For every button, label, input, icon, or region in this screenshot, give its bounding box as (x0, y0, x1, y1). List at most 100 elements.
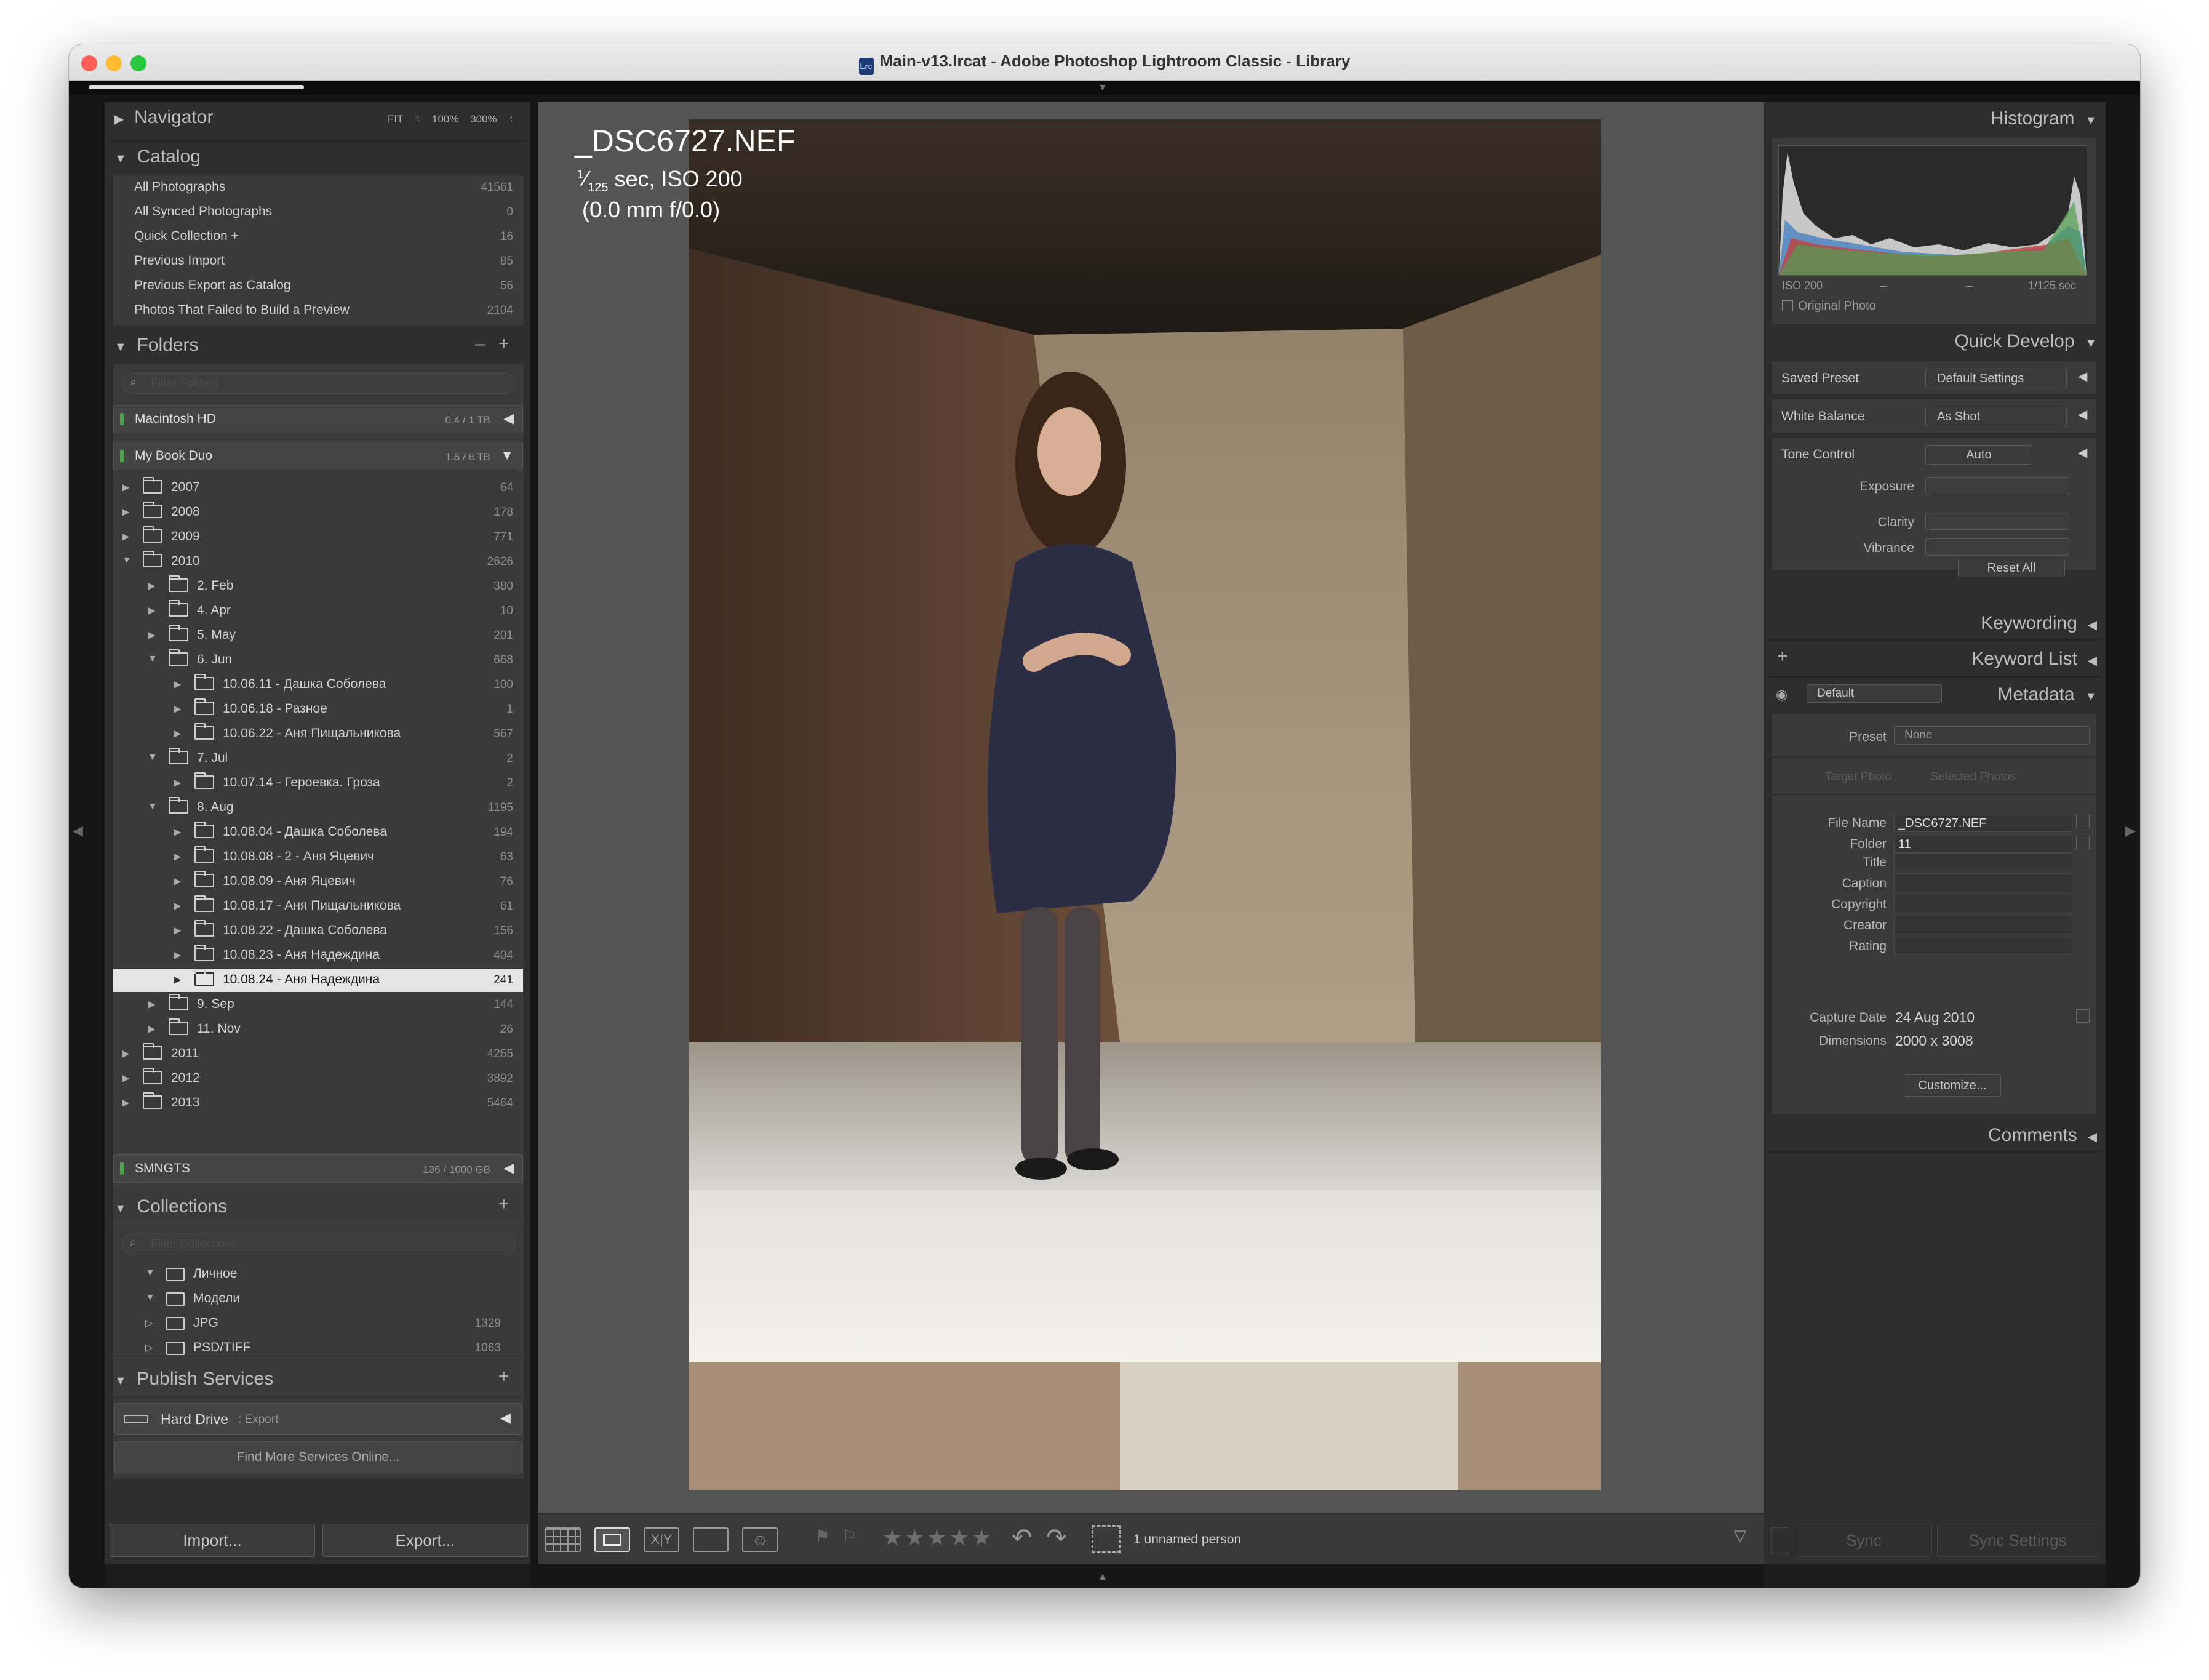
collapsed-icon[interactable]: ▶ (122, 1047, 129, 1060)
collapsed-icon[interactable]: ▶ (148, 604, 155, 617)
folder-item[interactable]: 10.06.22 - Аня Пищальникова (194, 723, 401, 741)
folder-item[interactable]: 5. May (169, 625, 236, 642)
catalog-item[interactable]: Quick Collection + (134, 229, 239, 244)
compare-view-button[interactable]: X|Y (644, 1527, 679, 1552)
collapsed-icon[interactable]: ▶ (174, 850, 181, 863)
filter-folders-input[interactable]: ⌕ Filter Folders (122, 373, 516, 394)
collections-header[interactable]: ▼ Collections (114, 1196, 227, 1217)
folder-item[interactable]: 4. Apr (169, 600, 231, 618)
grid-view-button[interactable] (545, 1527, 581, 1552)
quick-develop-header[interactable]: Quick Develop ▼ (1954, 331, 2097, 352)
catalog-item[interactable]: Previous Import (134, 254, 225, 268)
left-panel-toggle-icon[interactable]: ◀ (73, 823, 83, 839)
folder-item[interactable]: 2011 (143, 1043, 199, 1061)
flag-reject-icon[interactable]: ⚐ (842, 1526, 857, 1546)
folder-item[interactable]: 2007 (143, 477, 200, 495)
sync-button[interactable]: Sync (1796, 1524, 1932, 1557)
folder-item[interactable]: 10.08.23 - Аня Надеждина (194, 945, 380, 962)
metadata-field-action-button[interactable] (2076, 815, 2090, 828)
collapsed-icon[interactable]: ▶ (174, 949, 181, 961)
eye-icon[interactable]: ◉ (1776, 687, 1788, 703)
original-photo-checkbox[interactable] (1782, 300, 1793, 311)
top-panel-toggle-icon[interactable]: ▼ (1098, 82, 1108, 94)
add-keyword-button[interactable]: + (1777, 646, 1788, 667)
folder-item[interactable]: 2013 (143, 1092, 200, 1110)
collapsed-icon[interactable]: ▷ (145, 1317, 153, 1329)
folder-item[interactable]: 7. Jul (169, 748, 228, 766)
filter-collections-input[interactable]: ⌕ Filter Collections (122, 1233, 516, 1254)
catalog-item[interactable]: Previous Export as Catalog (134, 278, 290, 293)
metadata-header[interactable]: Metadata ▼ (1997, 684, 2097, 705)
people-view-icon[interactable]: ☺ (742, 1527, 778, 1552)
folder-item[interactable]: 2008 (143, 502, 200, 519)
folder-item[interactable]: 2009 (143, 526, 200, 544)
expanded-icon[interactable]: ▼ (148, 801, 158, 812)
histogram-header[interactable]: Histogram ▼ (1991, 108, 2097, 129)
vibrance-stepper[interactable] (1925, 538, 2069, 556)
auto-sync-toggle[interactable] (1771, 1527, 1789, 1554)
expanded-icon[interactable]: ▼ (148, 752, 158, 763)
exposure-stepper[interactable] (1925, 477, 2069, 494)
loupe-view[interactable]: _DSC6727.NEF 1⁄125 sec, ISO 200 (0.0 mm … (538, 102, 1764, 1513)
find-more-services-button[interactable]: Find More Services Online... (114, 1441, 522, 1473)
publish-services-header[interactable]: ▼ Publish Services (114, 1369, 273, 1390)
folder-item[interactable]: 11. Nov (169, 1018, 241, 1036)
saved-preset-select[interactable]: Default Settings (1925, 369, 2067, 388)
collapse-left-icon[interactable]: ◀ (503, 1160, 514, 1176)
collection-item[interactable]: JPG (193, 1316, 218, 1330)
hard-drive-service[interactable]: Hard Drive : Export ◀ (114, 1403, 522, 1435)
collapsed-icon[interactable]: ▶ (148, 629, 155, 641)
collapsed-icon[interactable]: ▷ (145, 1342, 153, 1354)
metadata-preset-select[interactable]: None (1894, 726, 2090, 745)
expanded-icon[interactable]: ▼ (500, 447, 514, 463)
histogram-chart[interactable] (1778, 145, 2087, 276)
right-panel-toggle-icon[interactable]: ▶ (2125, 823, 2136, 839)
zoom-300[interactable]: 300% (470, 113, 497, 125)
catalog-header[interactable]: ▼ Catalog (114, 146, 201, 167)
collapsed-icon[interactable]: ▶ (122, 481, 129, 494)
add-publish-service-button[interactable]: + (498, 1366, 509, 1387)
collapsed-icon[interactable]: ▶ (174, 703, 181, 715)
folder-item[interactable]: 9. Sep (169, 994, 234, 1012)
expanded-icon[interactable]: ▼ (122, 555, 132, 566)
collection-item[interactable]: Модели (193, 1291, 240, 1306)
catalog-item[interactable]: All Photographs (134, 180, 225, 194)
folder-item[interactable]: 2. Feb (169, 575, 234, 593)
folder-item[interactable]: 10.08.09 - Аня Яцевич (194, 871, 356, 889)
keyword-list-header[interactable]: Keyword List ◀ (1971, 649, 2097, 670)
collapsed-icon[interactable]: ▶ (122, 1097, 129, 1109)
metadata-field-input[interactable] (1894, 916, 2072, 934)
metadata-field-action-button[interactable] (2076, 836, 2090, 849)
white-balance-select[interactable]: As Shot (1925, 407, 2067, 426)
zoom-100[interactable]: 100% (432, 113, 458, 125)
metadata-field-input[interactable] (1894, 895, 2072, 913)
collapsed-icon[interactable]: ▶ (122, 1072, 129, 1084)
volume-my-book-duo[interactable]: My Book Duo 1.5 / 8 TB ▼ (113, 442, 523, 470)
navigator-header[interactable]: ▶ Navigator (114, 107, 213, 128)
volume-smngts[interactable]: SMNGTS 136 / 1000 GB ◀ (113, 1154, 523, 1183)
collapsed-icon[interactable]: ▶ (122, 530, 129, 543)
collapsed-icon[interactable]: ▶ (148, 1023, 155, 1035)
loupe-view-button[interactable] (594, 1527, 630, 1552)
folder-item[interactable]: 10.08.17 - Аня Пищальникова (194, 895, 401, 913)
collapsed-icon[interactable]: ▶ (174, 924, 181, 937)
remove-folder-button[interactable]: – (475, 334, 485, 354)
keywording-header[interactable]: Keywording ◀ (1981, 613, 2097, 634)
collapsed-icon[interactable]: ▶ (174, 678, 181, 690)
customize-button[interactable]: Customize... (1904, 1074, 2001, 1097)
comments-header[interactable]: Comments ◀ (1988, 1125, 2097, 1146)
add-folder-button[interactable]: + (498, 334, 509, 354)
main-photo[interactable] (689, 119, 1601, 1490)
expanded-icon[interactable]: ▼ (145, 1292, 155, 1303)
metadata-field-input[interactable]: 11 (1894, 834, 2072, 853)
expanded-icon[interactable]: ▼ (145, 1268, 155, 1279)
folder-item[interactable]: 10.06.18 - Разное (194, 698, 327, 716)
collapsed-icon[interactable]: ▶ (174, 777, 181, 789)
survey-view-button[interactable] (693, 1527, 729, 1552)
folders-header[interactable]: ▼ Folders (114, 335, 199, 356)
reset-all-button[interactable]: Reset All (1958, 559, 2065, 577)
metadata-field-input[interactable]: _DSC6727.NEF (1894, 814, 2072, 832)
folder-item[interactable]: 2010 (143, 551, 200, 569)
flag-pick-icon[interactable]: ⚑ (815, 1526, 830, 1546)
folder-item[interactable]: 10.07.14 - Героевка. Гроза (194, 772, 380, 790)
